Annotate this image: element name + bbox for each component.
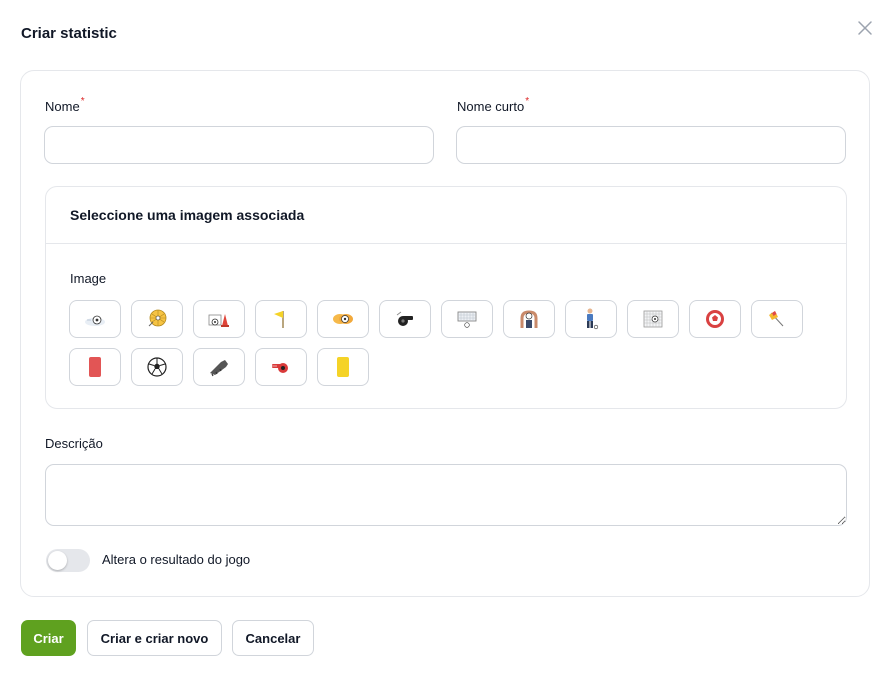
required-mark: * [80, 96, 85, 107]
soccer-ball-icon [147, 357, 167, 377]
image-options-grid [69, 300, 829, 386]
ball-on-ground-icon [85, 315, 105, 326]
soccer-ball-red-icon [706, 310, 724, 328]
result-toggle[interactable] [46, 549, 90, 572]
red-card-icon [89, 357, 101, 377]
image-option[interactable] [131, 300, 183, 338]
linesman-flag-icon [769, 311, 784, 327]
cancel-button[interactable]: Cancelar [232, 620, 314, 656]
modal-title: Criar statistic [21, 25, 117, 42]
image-option[interactable] [627, 300, 679, 338]
required-mark: * [525, 96, 530, 107]
image-select-section: Seleccione uma imagem associada Image [45, 186, 847, 409]
image-section-title: Seleccione uma imagem associada [70, 207, 305, 223]
form-card: Nome* Nome curto* Seleccione uma imagem … [20, 70, 870, 597]
image-option[interactable] [193, 300, 245, 338]
goal-and-ball-icon [457, 311, 477, 328]
image-option[interactable] [255, 348, 307, 386]
player-kick-icon [587, 308, 599, 330]
image-option[interactable] [255, 300, 307, 338]
gloves-catch-ball-icon [333, 314, 353, 324]
nome-input[interactable] [44, 126, 434, 164]
descricao-textarea[interactable] [45, 464, 847, 526]
image-option[interactable] [193, 348, 245, 386]
image-label: Image [70, 271, 107, 286]
toggle-knob [48, 551, 67, 570]
nome-curto-input[interactable] [456, 126, 846, 164]
close-icon [858, 21, 872, 35]
close-button[interactable] [852, 15, 878, 41]
image-option[interactable] [441, 300, 493, 338]
image-option[interactable] [131, 348, 183, 386]
image-option[interactable] [379, 300, 431, 338]
image-option[interactable] [69, 348, 121, 386]
image-option[interactable] [751, 300, 803, 338]
image-option[interactable] [69, 300, 121, 338]
ball-in-net-icon [148, 309, 167, 327]
toggle-label: Altera o resultado do jogo [102, 552, 251, 567]
image-option[interactable] [317, 348, 369, 386]
goalkeeper-save-icon [520, 310, 538, 328]
whistle-icon [396, 311, 413, 326]
ball-and-cone-icon [208, 314, 229, 327]
nome-label: Nome* [45, 96, 85, 114]
image-option[interactable] [565, 300, 617, 338]
image-option[interactable] [689, 300, 741, 338]
yellow-card-icon [337, 357, 349, 377]
section-divider [46, 243, 846, 244]
football-boot-icon [210, 360, 228, 377]
image-option[interactable] [503, 300, 555, 338]
image-option[interactable] [317, 300, 369, 338]
create-and-new-button[interactable]: Criar e criar novo [87, 620, 222, 656]
corner-flag-icon [274, 311, 284, 328]
nome-curto-label: Nome curto* [457, 96, 530, 114]
net-ball-icon [643, 310, 663, 328]
descricao-label: Descrição [45, 436, 103, 451]
create-button[interactable]: Criar [21, 620, 76, 656]
red-whistle-icon [272, 363, 288, 373]
